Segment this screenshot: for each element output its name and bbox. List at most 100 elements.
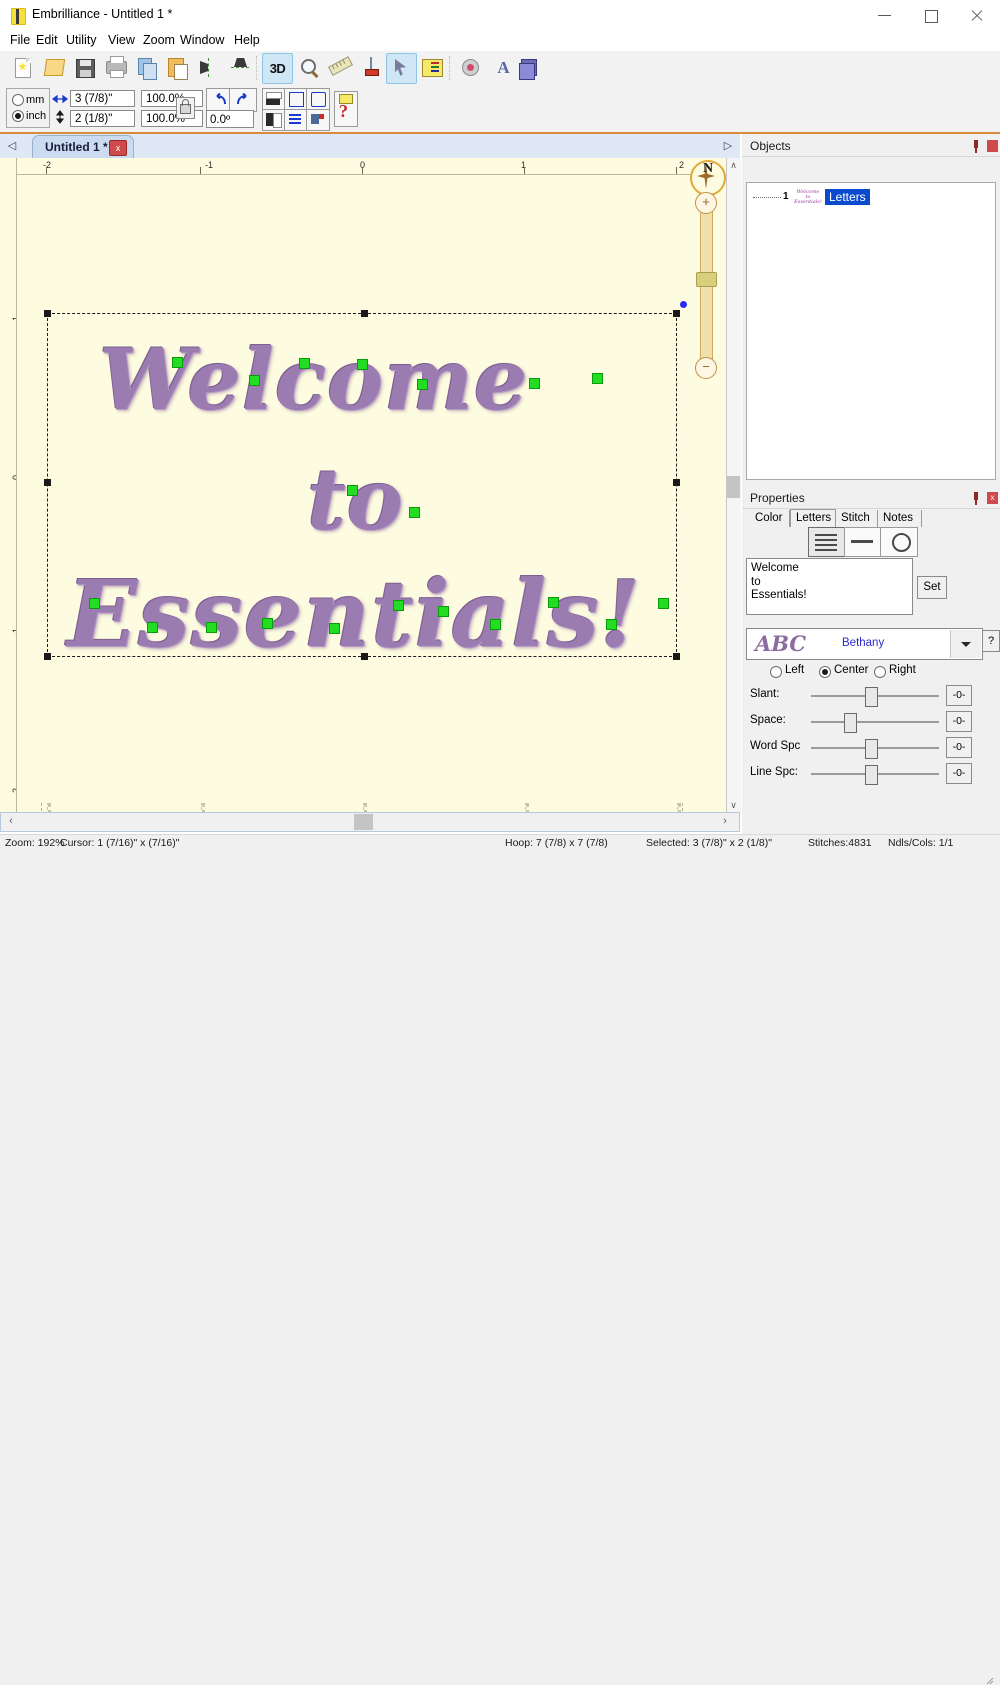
font-selector[interactable]: ABC Bethany: [746, 628, 983, 660]
design-text-line-2[interactable]: to: [307, 450, 404, 549]
set-button[interactable]: Set: [917, 576, 947, 599]
tab-color[interactable]: Color: [750, 510, 790, 527]
letter-handle[interactable]: [438, 606, 449, 617]
letter-handle[interactable]: [393, 600, 404, 611]
radio-align-right[interactable]: [874, 666, 886, 678]
object-label[interactable]: Letters: [825, 189, 870, 205]
circle-layout-button[interactable]: [880, 527, 918, 557]
center-horizontal-button[interactable]: [284, 88, 308, 110]
height-field[interactable]: 2 (1/8)": [70, 110, 135, 127]
multiline-layout-button[interactable]: [808, 527, 846, 557]
cut-align-button[interactable]: [306, 109, 330, 131]
open-file-button[interactable]: [39, 53, 68, 82]
menu-item-utility[interactable]: Utility: [62, 33, 101, 49]
add-design-button[interactable]: [457, 53, 486, 82]
tab-next-arrow[interactable]: ▷: [722, 139, 734, 153]
slider-thumb-line-spacing[interactable]: [865, 765, 878, 785]
lettering-text-input[interactable]: Welcome to Essentials!: [746, 558, 913, 615]
color-list-button[interactable]: [417, 53, 446, 82]
tab-untitled-1[interactable]: Untitled 1 * x: [32, 135, 134, 159]
letter-handle[interactable]: [89, 598, 100, 609]
print-button[interactable]: [101, 53, 130, 82]
stitch-book-button[interactable]: [516, 53, 545, 82]
letter-handle[interactable]: [529, 378, 540, 389]
center-both-button[interactable]: [306, 88, 330, 110]
select-tool-button[interactable]: [386, 53, 417, 84]
close-panel-icon[interactable]: close-panel-icon: [987, 140, 998, 152]
radio-mm[interactable]: [12, 94, 24, 106]
zoom-in-button[interactable]: +: [695, 192, 717, 214]
letter-handle[interactable]: [249, 375, 260, 386]
letter-handle[interactable]: [490, 619, 501, 630]
question-mark-button[interactable]: [334, 91, 358, 127]
scroll-left-arrow[interactable]: ‹: [4, 815, 18, 829]
letter-handle[interactable]: [357, 359, 368, 370]
close-panel-icon[interactable]: x: [987, 492, 998, 504]
design-canvas[interactable]: Welcome to Essentials!: [17, 175, 726, 803]
align-bottom-button[interactable]: [262, 88, 286, 110]
pin-icon[interactable]: [970, 140, 982, 153]
letter-handle[interactable]: [147, 622, 158, 633]
letter-handle[interactable]: [417, 379, 428, 390]
zoom-out-button[interactable]: −: [695, 357, 717, 379]
radio-inch[interactable]: [12, 110, 24, 122]
add-lettering-button[interactable]: A: [488, 53, 517, 82]
copy-button[interactable]: [132, 53, 161, 82]
tab-stitch[interactable]: Stitch: [836, 510, 878, 527]
selection-handle-bl[interactable]: [44, 653, 51, 660]
letter-handle[interactable]: [172, 357, 183, 368]
horizontal-scroll-thumb[interactable]: [354, 814, 373, 830]
measure-tool-button[interactable]: [325, 53, 354, 82]
menu-item-view[interactable]: View: [104, 33, 139, 49]
design-text-line-3[interactable]: Essentials!: [67, 560, 641, 668]
new-file-button[interactable]: [8, 53, 37, 82]
design-text-line-1[interactable]: Welcome: [99, 330, 528, 429]
tab-letters[interactable]: Letters: [790, 509, 836, 527]
zoom-tool-button[interactable]: [294, 53, 323, 82]
flip-horizontal-button[interactable]: [194, 53, 223, 82]
menu-item-help[interactable]: Help: [230, 33, 264, 49]
rotation-angle-field[interactable]: 0.0º: [206, 110, 254, 128]
slider-thumb-slant[interactable]: [865, 687, 878, 707]
tab-prev-arrow[interactable]: ◁: [6, 139, 18, 153]
menu-item-edit[interactable]: Edit: [32, 33, 62, 49]
letter-handle[interactable]: [329, 623, 340, 634]
slider-track-space[interactable]: [811, 721, 939, 723]
width-field[interactable]: 3 (7/8)": [70, 90, 135, 107]
letter-handle[interactable]: [206, 622, 217, 633]
selection-handle-tr[interactable]: [673, 310, 680, 317]
tab-close-button[interactable]: x: [109, 140, 127, 156]
chevron-down-icon[interactable]: [950, 630, 981, 658]
distribute-button[interactable]: [284, 109, 308, 131]
resize-grip-icon[interactable]: [986, 1677, 994, 1685]
letter-handle[interactable]: [548, 597, 559, 608]
selection-handle-tl[interactable]: [44, 310, 51, 317]
objects-list[interactable]: 1 WelcometoEssentials! Letters: [746, 182, 996, 480]
font-help-button[interactable]: ?: [982, 630, 1000, 652]
letter-handle[interactable]: [262, 618, 273, 629]
letter-handle[interactable]: [409, 507, 420, 518]
view-3d-button[interactable]: 3D: [262, 53, 293, 84]
save-file-button[interactable]: [70, 53, 99, 82]
padlock-icon[interactable]: [176, 97, 195, 119]
selection-handle-mr[interactable]: [673, 479, 680, 486]
flip-vertical-button[interactable]: [225, 53, 254, 82]
rotate-clockwise-button[interactable]: [229, 88, 257, 112]
tab-notes[interactable]: Notes: [878, 510, 922, 527]
menu-item-window[interactable]: Window: [176, 33, 228, 49]
radio-align-center[interactable]: [819, 666, 831, 678]
letter-handle[interactable]: [347, 485, 358, 496]
stitch-tool-button[interactable]: [356, 53, 385, 82]
singleline-layout-button[interactable]: [844, 527, 882, 557]
selection-handle-ml[interactable]: [44, 479, 51, 486]
menu-item-file[interactable]: File: [6, 33, 34, 49]
selection-handle-tc[interactable]: [361, 310, 368, 317]
letter-handle[interactable]: [606, 619, 617, 630]
selection-handle-br[interactable]: [673, 653, 680, 660]
scroll-up-arrow[interactable]: ∧: [727, 160, 740, 174]
letter-handle[interactable]: [592, 373, 603, 384]
close-button[interactable]: [954, 0, 1000, 31]
letter-handle[interactable]: [299, 358, 310, 369]
slider-thumb-word-spacing[interactable]: [865, 739, 878, 759]
align-left-button[interactable]: [262, 109, 286, 131]
